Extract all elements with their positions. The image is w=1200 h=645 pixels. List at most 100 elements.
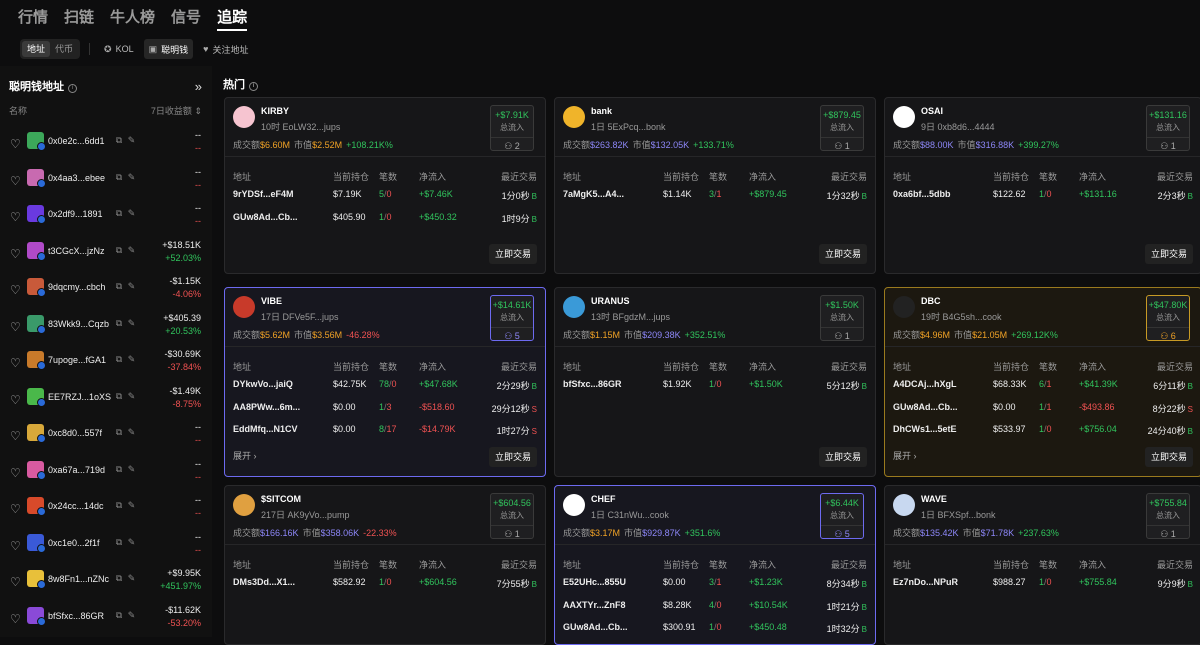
sidebar-row[interactable]: ♡ t3CGcX...jzNz ⧉ ✎ +$18.51K +52.03% bbox=[0, 240, 212, 266]
sidebar-row[interactable]: ♡ 0xc1e0...2f1f ⧉ ✎ -- -- bbox=[0, 532, 212, 558]
copy-icon[interactable]: ⧉ bbox=[116, 427, 122, 438]
chevron-right-icon: › bbox=[251, 451, 257, 461]
wallet-address[interactable]: DYkwVo...jaiQ bbox=[233, 379, 293, 389]
sidebar-row[interactable]: ♡ 0xa67a...719d ⧉ ✎ -- -- bbox=[0, 459, 212, 485]
wallet-address[interactable]: A4DCAj...hXgL bbox=[893, 379, 957, 389]
wallet-address[interactable]: Ez7nDo...NPuR bbox=[893, 577, 958, 587]
wallet-address[interactable]: 0xa6bf...5dbb bbox=[893, 189, 951, 199]
heart-icon[interactable]: ♡ bbox=[10, 539, 21, 553]
copy-icon[interactable]: ⧉ bbox=[116, 500, 122, 511]
sidebar-row[interactable]: ♡ 0xc8d0...557f ⧉ ✎ -- -- bbox=[0, 422, 212, 448]
sidebar-row[interactable]: ♡ 0x4aa3...ebee ⧉ ✎ -- -- bbox=[0, 167, 212, 193]
sidebar-row[interactable]: ♡ 7upoge...fGA1 ⧉ ✎ -$30.69K -37.84% bbox=[0, 349, 212, 375]
edit-icon[interactable]: ✎ bbox=[128, 354, 136, 365]
edit-icon[interactable]: ✎ bbox=[128, 135, 136, 146]
watchlist-filter[interactable]: ♥ 关注地址 bbox=[198, 39, 253, 59]
wallet-address[interactable]: DMs3Dd...X1... bbox=[233, 577, 295, 587]
edit-icon[interactable]: ✎ bbox=[128, 464, 136, 475]
smart-money-sidebar: 聪明钱地址 i » 名称 7日收益额 ⇕ ♡ 0x0e2c...6dd1 ⧉ ✎ -- --… bbox=[0, 66, 212, 637]
copy-icon[interactable]: ⧉ bbox=[116, 464, 122, 475]
copy-icon[interactable]: ⧉ bbox=[116, 318, 122, 329]
tab-market[interactable]: 行情 bbox=[18, 0, 48, 31]
trade-now-button[interactable]: 立即交易 bbox=[818, 447, 867, 467]
info-icon[interactable]: i bbox=[68, 84, 77, 93]
sidebar-row[interactable]: ♡ 0x2df9...1891 ⧉ ✎ -- -- bbox=[0, 203, 212, 229]
trade-now-button[interactable]: 立即交易 bbox=[1144, 244, 1193, 264]
edit-icon[interactable]: ✎ bbox=[128, 537, 136, 548]
wallet-address[interactable]: 9rYDSf...eF4M bbox=[233, 189, 294, 199]
heart-icon[interactable]: ♡ bbox=[10, 393, 21, 407]
wallet-address[interactable]: GUw8Ad...Cb... bbox=[893, 402, 958, 412]
heart-icon[interactable]: ♡ bbox=[10, 247, 21, 261]
copy-icon[interactable]: ⧉ bbox=[116, 573, 122, 584]
heart-icon[interactable]: ♡ bbox=[10, 356, 21, 370]
type-segment: 地址 代币 bbox=[20, 39, 81, 59]
sidebar-row[interactable]: ♡ 0x24cc...14dc ⧉ ✎ -- -- bbox=[0, 495, 212, 521]
wallet-address[interactable]: 7aMgK5...A4... bbox=[563, 189, 624, 199]
copy-icon[interactable]: ⧉ bbox=[116, 537, 122, 548]
edit-icon[interactable]: ✎ bbox=[128, 208, 136, 219]
trade-now-button[interactable]: 立即交易 bbox=[1144, 447, 1193, 467]
copy-icon[interactable]: ⧉ bbox=[116, 354, 122, 365]
wallet-address[interactable]: DhCWs1...5etE bbox=[893, 424, 957, 434]
wallet-address[interactable]: AAXTYr...ZnF8 bbox=[563, 600, 626, 610]
sidebar-row[interactable]: ♡ bfSfxc...86GR ⧉ ✎ -$11.62K -53.20% bbox=[0, 605, 212, 631]
edit-icon[interactable]: ✎ bbox=[128, 245, 136, 256]
edit-icon[interactable]: ✎ bbox=[128, 172, 136, 183]
heart-icon[interactable]: ♡ bbox=[10, 575, 21, 589]
smart-money-filter[interactable]: ▣ 聪明钱 bbox=[143, 39, 194, 59]
heart-icon[interactable]: ♡ bbox=[10, 283, 21, 297]
edit-icon[interactable]: ✎ bbox=[128, 427, 136, 438]
edit-icon[interactable]: ✎ bbox=[128, 573, 136, 584]
copy-icon[interactable]: ⧉ bbox=[116, 135, 122, 146]
copy-icon[interactable]: ⧉ bbox=[116, 172, 122, 183]
expand-button[interactable]: 展开 › bbox=[893, 449, 917, 462]
tab-leaderboard[interactable]: 牛人榜 bbox=[110, 0, 155, 31]
heart-icon[interactable]: ♡ bbox=[10, 210, 21, 224]
seg-address[interactable]: 地址 bbox=[22, 41, 51, 57]
mcap-label: 市值 bbox=[957, 140, 976, 150]
wallet-address[interactable]: EddMfq...N1CV bbox=[233, 424, 298, 434]
sidebar-row[interactable]: ♡ EE7RZJ...1oXS ⧉ ✎ -$1.49K -8.75% bbox=[0, 386, 212, 412]
heart-icon[interactable]: ♡ bbox=[10, 502, 21, 516]
info-icon[interactable]: i bbox=[249, 82, 258, 91]
tab-track[interactable]: 追踪 bbox=[217, 0, 248, 31]
trade-now-button[interactable]: 立即交易 bbox=[488, 244, 537, 264]
copy-icon[interactable]: ⧉ bbox=[116, 610, 122, 621]
heart-icon[interactable]: ♡ bbox=[10, 174, 21, 188]
collapse-icon[interactable]: » bbox=[195, 79, 202, 94]
copy-icon[interactable]: ⧉ bbox=[116, 245, 122, 256]
trade-now-button[interactable]: 立即交易 bbox=[488, 447, 537, 467]
edit-icon[interactable]: ✎ bbox=[128, 610, 136, 621]
wallet-address[interactable]: bfSfxc...86GR bbox=[563, 379, 622, 389]
heart-icon[interactable]: ♡ bbox=[10, 137, 21, 151]
sidebar-row[interactable]: ♡ 0x0e2c...6dd1 ⧉ ✎ -- -- bbox=[0, 130, 212, 156]
wallet-address[interactable]: GUw8Ad...Cb... bbox=[563, 622, 628, 632]
edit-icon[interactable]: ✎ bbox=[128, 391, 136, 402]
edit-icon[interactable]: ✎ bbox=[128, 281, 136, 292]
copy-icon[interactable]: ⧉ bbox=[116, 208, 122, 219]
heart-icon[interactable]: ♡ bbox=[10, 320, 21, 334]
tab-signal[interactable]: 信号 bbox=[171, 0, 201, 31]
wallet-address[interactable]: E52UHc...855U bbox=[563, 577, 626, 587]
wallets-icon: ⚇ bbox=[1160, 529, 1171, 539]
sidebar-row[interactable]: ♡ 8w8Fn1...nZNc ⧉ ✎ +$9.95K +451.97% bbox=[0, 568, 212, 594]
expand-button[interactable]: 展开 › bbox=[233, 449, 257, 462]
heart-icon[interactable]: ♡ bbox=[10, 429, 21, 443]
copy-icon[interactable]: ⧉ bbox=[116, 391, 122, 402]
sidebar-row[interactable]: ♡ 9dqcmy...cbch ⧉ ✎ -$1.15K -4.06% bbox=[0, 276, 212, 302]
col-pnl-sort[interactable]: 7日收益额 ⇕ bbox=[151, 104, 202, 117]
wallet-address[interactable]: AA8PWw...6m... bbox=[233, 402, 300, 412]
sidebar-row[interactable]: ♡ 83Wkk9...Cqzb ⧉ ✎ +$405.39 +20.53% bbox=[0, 313, 212, 339]
seg-token[interactable]: 代币 bbox=[50, 41, 78, 57]
net-inflow: +$1.23K bbox=[749, 577, 783, 587]
kol-filter[interactable]: ✪ KOL bbox=[99, 39, 139, 59]
heart-icon[interactable]: ♡ bbox=[10, 612, 21, 626]
tab-scan[interactable]: 扫链 bbox=[64, 0, 94, 31]
wallet-address[interactable]: GUw8Ad...Cb... bbox=[233, 212, 298, 222]
heart-icon[interactable]: ♡ bbox=[10, 466, 21, 480]
trade-now-button[interactable]: 立即交易 bbox=[818, 244, 867, 264]
edit-icon[interactable]: ✎ bbox=[128, 318, 136, 329]
copy-icon[interactable]: ⧉ bbox=[116, 281, 122, 292]
edit-icon[interactable]: ✎ bbox=[128, 500, 136, 511]
